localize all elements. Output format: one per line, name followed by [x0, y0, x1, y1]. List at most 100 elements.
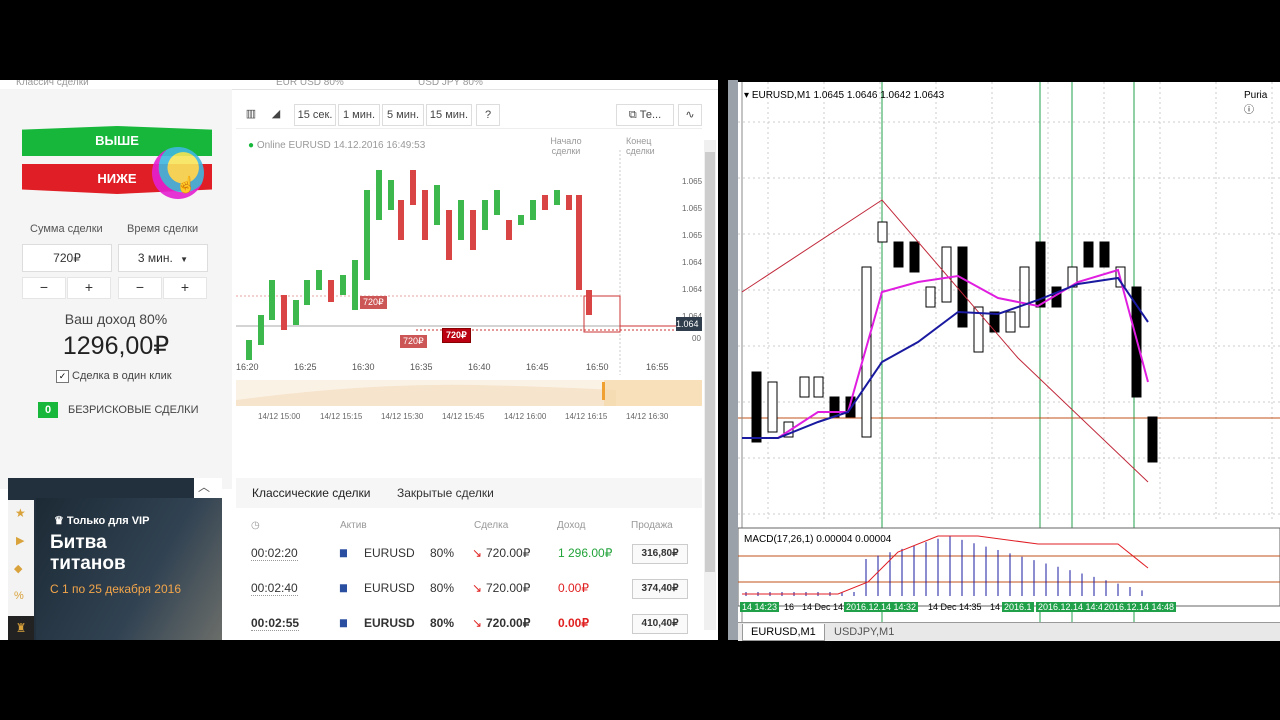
indicator-icon[interactable]: ∿ [678, 104, 702, 126]
time-tick: 16:25 [294, 362, 317, 372]
trade-marker-2[interactable]: 720₽ [400, 335, 427, 348]
candle [340, 275, 346, 295]
candle [494, 190, 500, 215]
sell-button[interactable]: 316,80₽ [632, 544, 688, 564]
riskfree-link[interactable]: БЕЗРИСКОВЫЕ СДЕЛКИ [68, 404, 198, 416]
amount-input[interactable]: 720₽ [22, 244, 112, 272]
vip-sidebar: ★ ▶ ◆ % ♜ [8, 500, 34, 640]
percent-icon[interactable]: % [14, 590, 24, 602]
sell-button[interactable]: 374,40₽ [632, 579, 688, 599]
sell-button[interactable]: 410,40₽ [632, 614, 688, 634]
mt4-candle [957, 246, 968, 328]
pair-tab-1[interactable]: EUR USD 80% [276, 80, 344, 88]
time-tick: 14 Dec 14:35 [928, 602, 982, 612]
nav-tick: 14/12 15:45 [442, 412, 485, 421]
mt4-tabs: EURUSD,M1 USDJPY,M1 [738, 622, 1280, 641]
pair-tab-2[interactable]: USD JPY 80% [418, 80, 483, 88]
time-tag: 2016.12.14 14:32 [844, 602, 919, 612]
tab-classic-trades[interactable]: Классические сделки [252, 486, 371, 500]
nav-tick: 14/12 16:30 [626, 412, 669, 421]
trade-marker-3[interactable]: 720₽ [442, 328, 471, 343]
nav-tick: 14/12 15:00 [258, 412, 301, 421]
vip-title-line2: титанов [50, 553, 126, 574]
vip-title-line1: Битва [50, 532, 107, 553]
time-value: 3 мин. [137, 251, 173, 265]
amount-label: Сумма сделки [30, 223, 103, 235]
candle [434, 185, 440, 225]
trade-asset: EURUSD [364, 546, 415, 560]
price-tick: 1.065 [682, 204, 702, 213]
arrow-down-icon: ↘ [472, 581, 483, 595]
top-link[interactable]: Классич сделки [16, 80, 89, 88]
price-axis: 1.065 1.065 1.065 1.064 1.064 1.064 [682, 168, 702, 330]
price-tick: 1.064 [682, 258, 702, 267]
candle [388, 180, 394, 210]
tools-button[interactable]: ⧉ Те... [616, 104, 674, 126]
tools-label: Те... [639, 109, 662, 121]
oneclick-checkbox[interactable]: ✓ [56, 370, 69, 383]
time-tag: 14 14:23 [740, 602, 780, 612]
mt4-candle [893, 241, 904, 268]
table-row: 00:02:20 ▆ EURUSD 80% ↘ 720.00₽ 1 296.00… [236, 536, 702, 572]
macd-label: MACD(17,26,1) 0.00004 0.00004 [744, 534, 892, 545]
mt4-candle [989, 311, 1000, 333]
tab-usdjpy[interactable]: USDJPY,M1 [826, 624, 902, 640]
trade-panel: ВЫШЕ НИЖЕ ☝ Сумма сделки Время сделки 72… [0, 89, 232, 489]
window-separator[interactable] [728, 80, 738, 640]
trades-tabs: Классические сделки Закрытые сделки [236, 478, 702, 508]
time-tick: 16:35 [410, 362, 433, 372]
time-tag: 2016.12.14 14:48 [1102, 602, 1177, 612]
tf-15sec[interactable]: 15 сек. [294, 104, 336, 126]
time-tick: 16:45 [526, 362, 549, 372]
price-chart-svg [236, 130, 702, 454]
candle [586, 290, 592, 315]
candle [352, 260, 358, 310]
tf-5min[interactable]: 5 мин. [382, 104, 424, 126]
trophy-icon[interactable]: ♜ [8, 616, 34, 640]
candle [376, 170, 382, 220]
star-icon[interactable]: ★ [15, 506, 26, 520]
amount-plus-button[interactable]: + [67, 277, 111, 299]
time-minus-button[interactable]: − [118, 277, 162, 299]
graduation-icon[interactable]: ◆ [14, 562, 22, 575]
trade-pct: 80% [430, 581, 455, 595]
vip-title: Битва титанов [50, 532, 126, 574]
help-button[interactable]: ? [476, 104, 500, 126]
broker-window: Классич сделки EUR USD 80% USD JPY 80% В… [0, 80, 718, 640]
price-chart[interactable]: ● Online EURUSD 14.12.2016 16:49:53 Нача… [236, 130, 702, 454]
time-tick: 16:20 [236, 362, 259, 372]
help-circle-icon[interactable]: ⓘ [1244, 105, 1254, 116]
mt4-candle [1099, 241, 1110, 268]
trade-asset: EURUSD [364, 616, 415, 630]
scrollbar-thumb[interactable] [705, 152, 715, 572]
vip-banner[interactable]: ︿ ♛ Только для VIP Битва титанов С 1 по … [8, 478, 222, 640]
tab-closed-trades[interactable]: Закрытые сделки [397, 486, 494, 500]
time-tick: 14 [990, 602, 1001, 612]
mt4-header: ▾ EURUSD,M1 1.0645 1.0646 1.0642 1.0643 [744, 90, 944, 101]
mt4-candle [751, 371, 762, 443]
menu-triangle-icon[interactable]: ▾ [744, 90, 752, 101]
mt4-time-axis: 14 14:23 16 14 Dec 14:30 2016.12.14 14:3… [738, 602, 1280, 616]
time-tick: 16:30 [352, 362, 375, 372]
area-chart-icon[interactable]: ◢ [266, 104, 286, 124]
table-row: 00:02:55 ▆ EURUSD 80% ↘ 720.00₽ 0.00₽ 41… [236, 606, 702, 640]
play-icon[interactable]: ▶ [16, 534, 24, 547]
candle [482, 200, 488, 230]
income-label: Ваш доход 80% [64, 311, 168, 327]
time-plus-button[interactable]: + [163, 277, 207, 299]
candles-icon[interactable]: ▥ [242, 104, 260, 124]
trade-marker-1[interactable]: 720₽ [360, 296, 387, 309]
hand-cursor-icon: ☝ [176, 177, 196, 194]
amount-minus-button[interactable]: − [22, 277, 66, 299]
time-tag: 2016.1 [1002, 602, 1034, 612]
trade-asset: EURUSD [364, 581, 415, 595]
tf-1min[interactable]: 1 мин. [338, 104, 380, 126]
mt4-chart-window[interactable]: ▾ EURUSD,M1 1.0645 1.0646 1.0642 1.0643 … [737, 82, 1280, 640]
vip-dates: С 1 по 25 декабря 2016 [50, 582, 181, 596]
tf-15min[interactable]: 15 мин. [426, 104, 472, 126]
candle [446, 210, 452, 260]
chevron-up-icon[interactable]: ︿ [198, 478, 210, 495]
time-select[interactable]: 3 мин. ▼ [118, 244, 208, 272]
tab-eurusd[interactable]: EURUSD,M1 [742, 624, 825, 641]
arrow-down-icon: ↘ [472, 546, 483, 560]
